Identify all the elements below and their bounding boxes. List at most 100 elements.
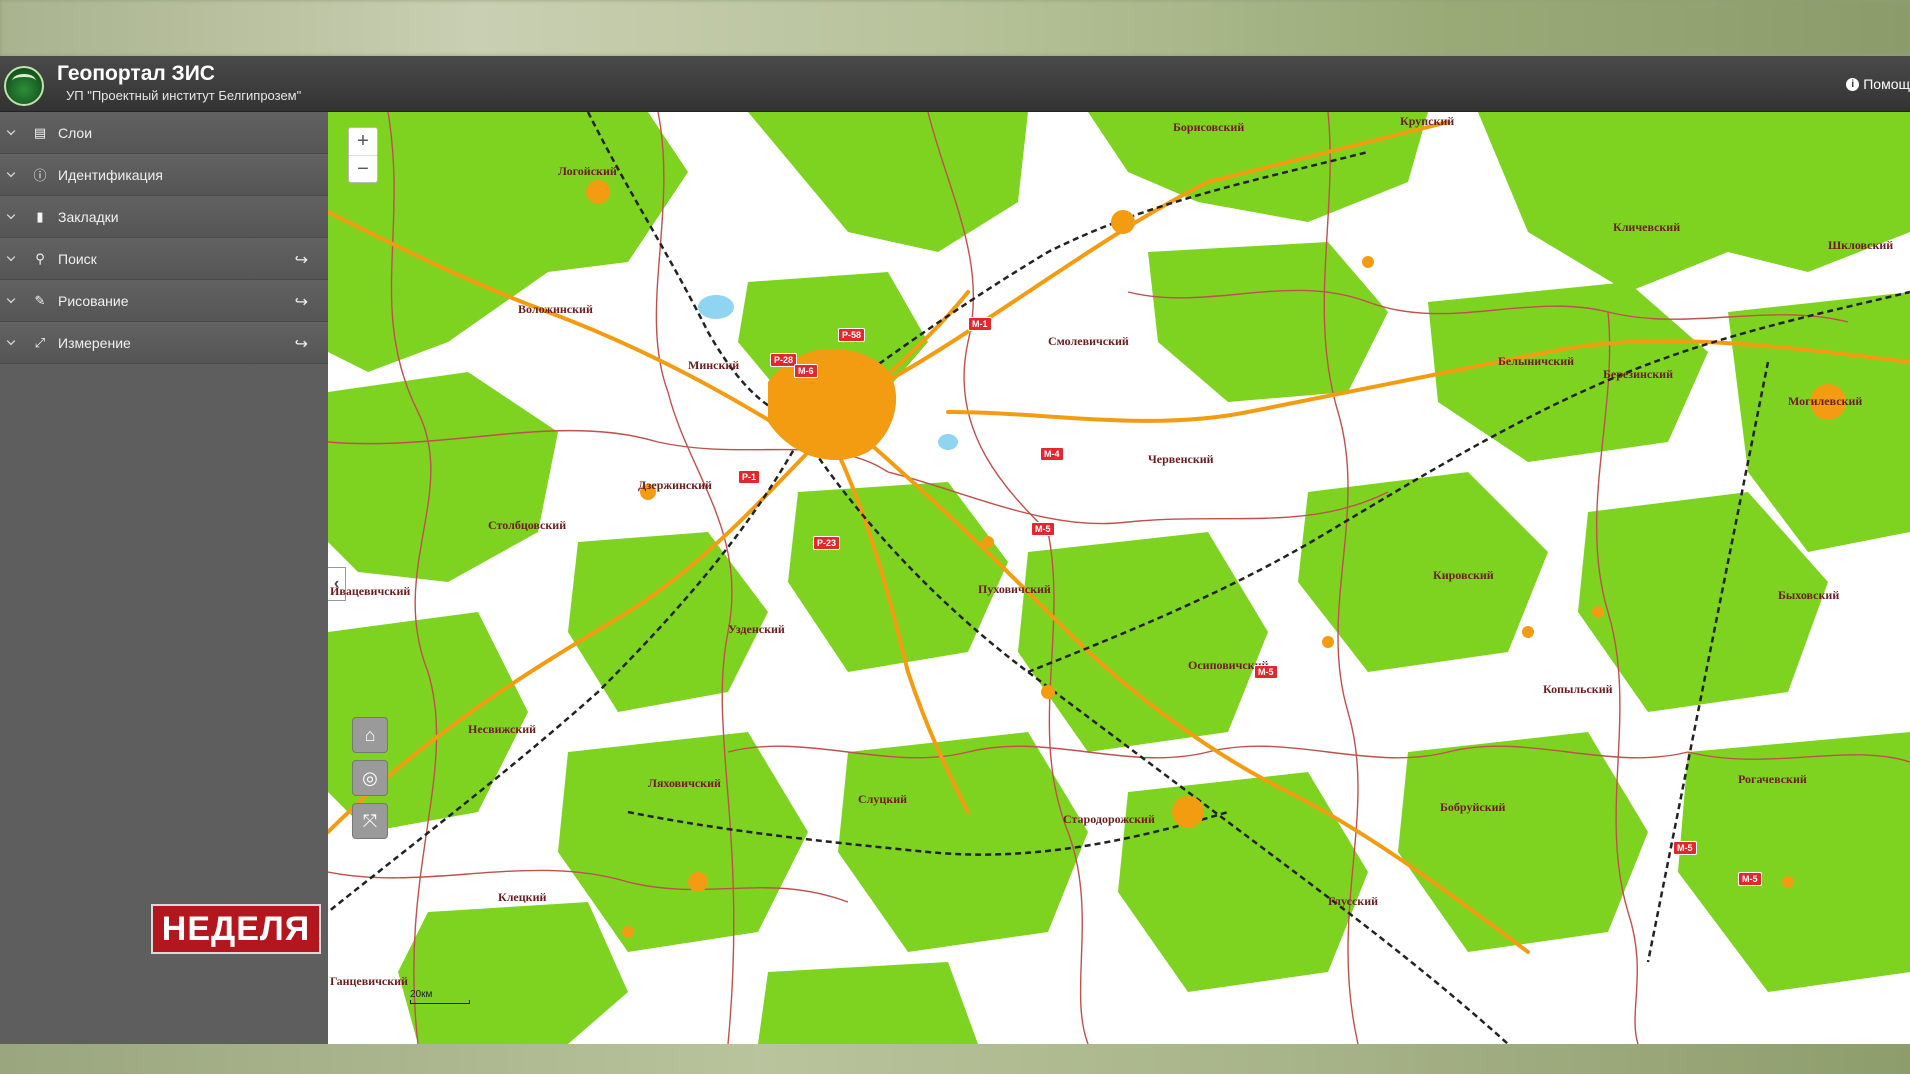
forest-area	[1088, 112, 1428, 222]
scale-label: 20км	[410, 989, 433, 1000]
locate-button[interactable]: ◎	[352, 760, 388, 796]
road-marker: М-6	[794, 364, 818, 378]
home-icon: ⌂	[364, 724, 376, 745]
town	[1322, 636, 1334, 648]
chevron-down-icon	[6, 294, 16, 303]
forest-area	[1478, 112, 1910, 292]
place-label: Могилевский	[1788, 394, 1863, 408]
forest-area	[1118, 772, 1368, 992]
panel-label: Слои	[58, 124, 93, 141]
scale-bar: 20км	[410, 989, 470, 1004]
panel-identify[interactable]: ⓘ Идентификация	[0, 154, 328, 196]
road-marker: М-5	[1254, 665, 1278, 679]
forest-area	[748, 112, 1028, 252]
tv-frame-top	[0, 0, 1910, 56]
place-label: Пуховичский	[978, 582, 1051, 596]
search-icon: ⚲	[35, 250, 45, 266]
place-label: Червенский	[1148, 452, 1214, 466]
town	[1782, 876, 1794, 888]
forest-area	[1148, 242, 1388, 402]
road-marker: Р-23	[813, 536, 841, 550]
place-label: Глусский	[1328, 894, 1379, 908]
panel-label: Поиск	[58, 250, 97, 267]
zoom-control: + −	[348, 127, 378, 183]
geoportal-logo	[4, 66, 44, 106]
town	[1522, 626, 1534, 638]
place-label: Слуцкий	[858, 792, 908, 806]
place-label: Воложинский	[518, 302, 593, 316]
zoom-out-button[interactable]: −	[349, 156, 377, 184]
ruler-icon: ⤢	[34, 334, 46, 350]
scale-line	[410, 1000, 470, 1004]
channel-watermark: CTV.BY	[1800, 995, 1909, 1028]
place-label: Минский	[688, 358, 740, 372]
panel-label: Идентификация	[58, 166, 163, 183]
home-button[interactable]: ⌂	[352, 717, 388, 753]
place-label: Ганцевичский	[330, 974, 408, 988]
forest-area	[1678, 732, 1910, 992]
forest-area	[758, 962, 978, 1044]
geoportal-app: Геопортал ЗИС УП "Проектный институт Бел…	[0, 56, 1910, 1044]
share-icon[interactable]: ↪	[295, 292, 308, 312]
panel-measure[interactable]: ⤢ Измерение ↪	[0, 322, 328, 364]
place-label: Смолевичский	[1048, 334, 1129, 348]
road-marker: М-4	[1040, 447, 1064, 461]
town	[688, 872, 708, 892]
panel-label: Закладки	[58, 208, 119, 225]
chevron-down-icon	[6, 168, 16, 177]
place-label: Быховский	[1778, 588, 1840, 602]
road-marker: М-5	[1738, 872, 1762, 886]
share-icon[interactable]: ↪	[295, 334, 308, 354]
panel-search[interactable]: ⚲ Поиск ↪	[0, 238, 328, 280]
lake	[938, 434, 958, 450]
place-label: Белыничский	[1498, 354, 1575, 368]
town	[1592, 606, 1604, 618]
forest-area	[1398, 732, 1648, 952]
town	[1111, 210, 1135, 234]
chevron-down-icon	[6, 210, 16, 219]
app-subtitle: УП "Проектный институт Белгипрозем"	[66, 88, 302, 103]
town	[1041, 685, 1055, 699]
place-label: Логойский	[558, 164, 617, 178]
place-label: Борисовский	[1173, 120, 1245, 134]
road-marker: М-5	[1031, 522, 1055, 536]
place-label: Ивацевичский	[330, 584, 411, 598]
chevron-down-icon	[6, 126, 16, 135]
bookmark-icon: ▮	[36, 208, 44, 224]
road-marker: Р-1	[738, 470, 761, 484]
forest-area	[328, 112, 688, 372]
map-canvas	[328, 112, 1910, 1044]
panel-label: Рисование	[58, 292, 129, 309]
chevron-down-icon	[6, 336, 16, 345]
place-label: Несвижский	[468, 722, 537, 736]
town	[1172, 796, 1204, 828]
place-label: Шкловский	[1828, 238, 1894, 252]
panel-bookmarks[interactable]: ▮ Закладки	[0, 196, 328, 238]
place-label: Клецкий	[498, 890, 547, 904]
panel-layers[interactable]: ▤ Слои	[0, 112, 328, 154]
place-label: Рогачевский	[1738, 772, 1807, 786]
road-marker: М-5	[1673, 841, 1697, 855]
place-label: Столбцовский	[488, 518, 567, 532]
map-view[interactable]: + − ‹ ⌂ ◎ ⤧ 20км Борисовский Крупский Ло…	[328, 112, 1910, 1044]
town	[586, 180, 610, 204]
forest-area	[1018, 532, 1268, 752]
fullscreen-button[interactable]: ⤧	[352, 803, 388, 839]
app-header: Геопортал ЗИС УП "Проектный институт Бел…	[0, 56, 1910, 112]
panel-drawing[interactable]: ✎ Рисование ↪	[0, 280, 328, 322]
place-label: Березинский	[1603, 367, 1673, 381]
help-button[interactable]: i Помощ	[1846, 76, 1910, 92]
road-marker: М-1	[968, 317, 992, 331]
app-title: Геопортал ЗИС	[57, 62, 215, 85]
lake	[698, 295, 734, 319]
town	[982, 536, 994, 548]
place-label: Крупский	[1400, 114, 1455, 128]
zoom-in-button[interactable]: +	[349, 128, 377, 156]
place-label: Кличевский	[1613, 220, 1681, 234]
town	[1362, 256, 1374, 268]
forest-area	[788, 482, 1008, 672]
chevron-down-icon	[6, 252, 16, 261]
road-marker: Р-58	[838, 328, 866, 342]
pencil-icon: ✎	[34, 292, 46, 308]
share-icon[interactable]: ↪	[295, 250, 308, 270]
